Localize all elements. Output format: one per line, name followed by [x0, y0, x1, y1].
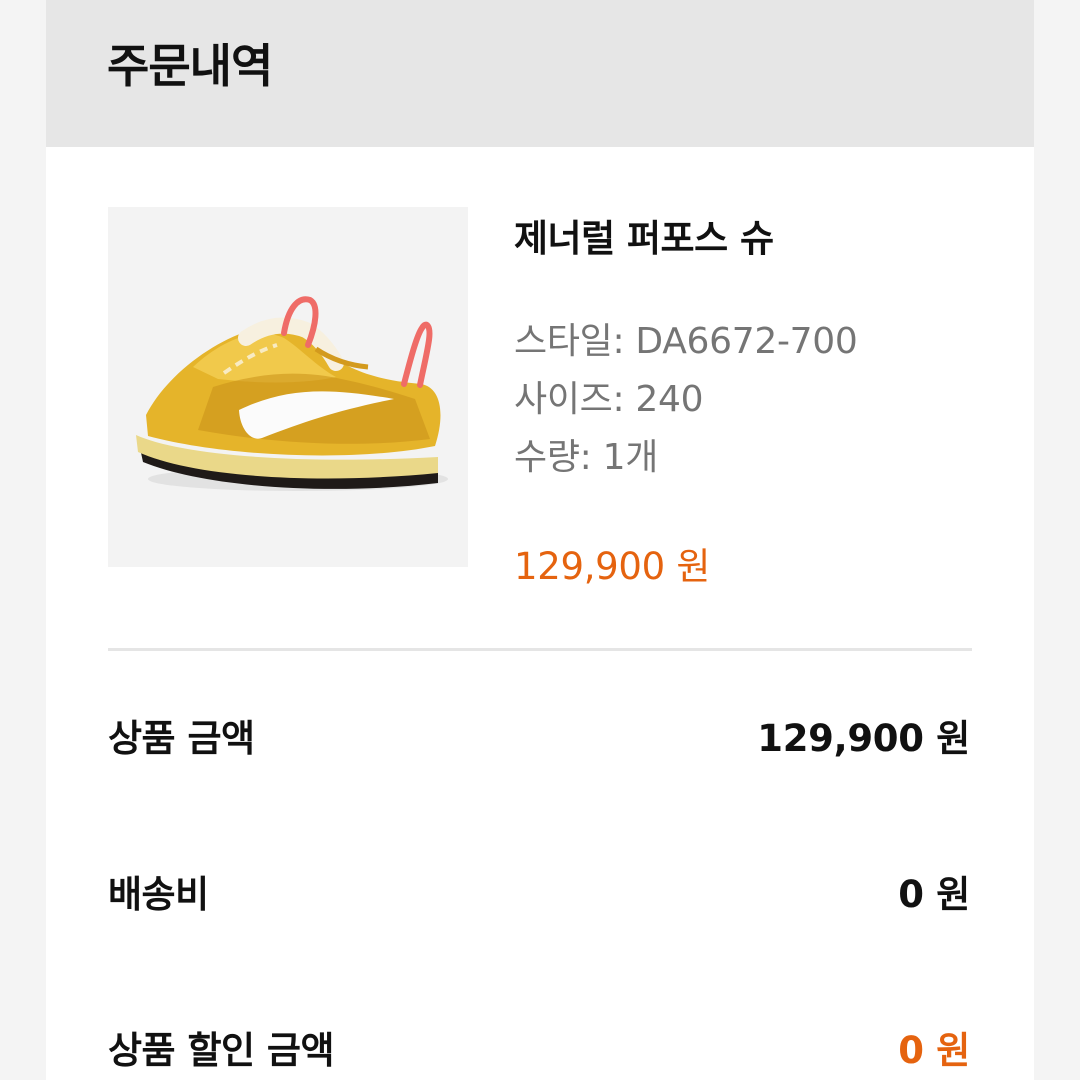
product-size: 사이즈: 240 — [514, 379, 704, 420]
order-details-card: 주문내역 제너럴 퍼포스 슈 스타일: DA6672-700 사이즈: 240 … — [46, 0, 1034, 1080]
product-image[interactable] — [108, 207, 468, 567]
right-gutter — [1034, 0, 1080, 1080]
product-amount-label: 상품 금액 — [108, 717, 255, 760]
product-amount-value: 129,900 원 — [757, 717, 970, 760]
product-discount-label: 상품 할인 금액 — [108, 1029, 335, 1072]
shipping-fee-value: 0 원 — [898, 873, 970, 916]
product-quantity: 수량: 1개 — [514, 437, 659, 478]
shipping-fee-label: 배송비 — [108, 873, 209, 916]
order-details-header: 주문내역 — [46, 0, 1034, 147]
page-title: 주문내역 — [107, 39, 273, 93]
left-gutter — [0, 0, 46, 1080]
product-discount-value: 0 원 — [898, 1029, 970, 1072]
product-price: 129,900 원 — [514, 545, 711, 588]
product-name[interactable]: 제너럴 퍼포스 슈 — [514, 208, 774, 262]
yellow-sneaker-image — [108, 207, 468, 567]
product-style: 스타일: DA6672-700 — [514, 321, 858, 362]
section-divider — [108, 648, 972, 651]
